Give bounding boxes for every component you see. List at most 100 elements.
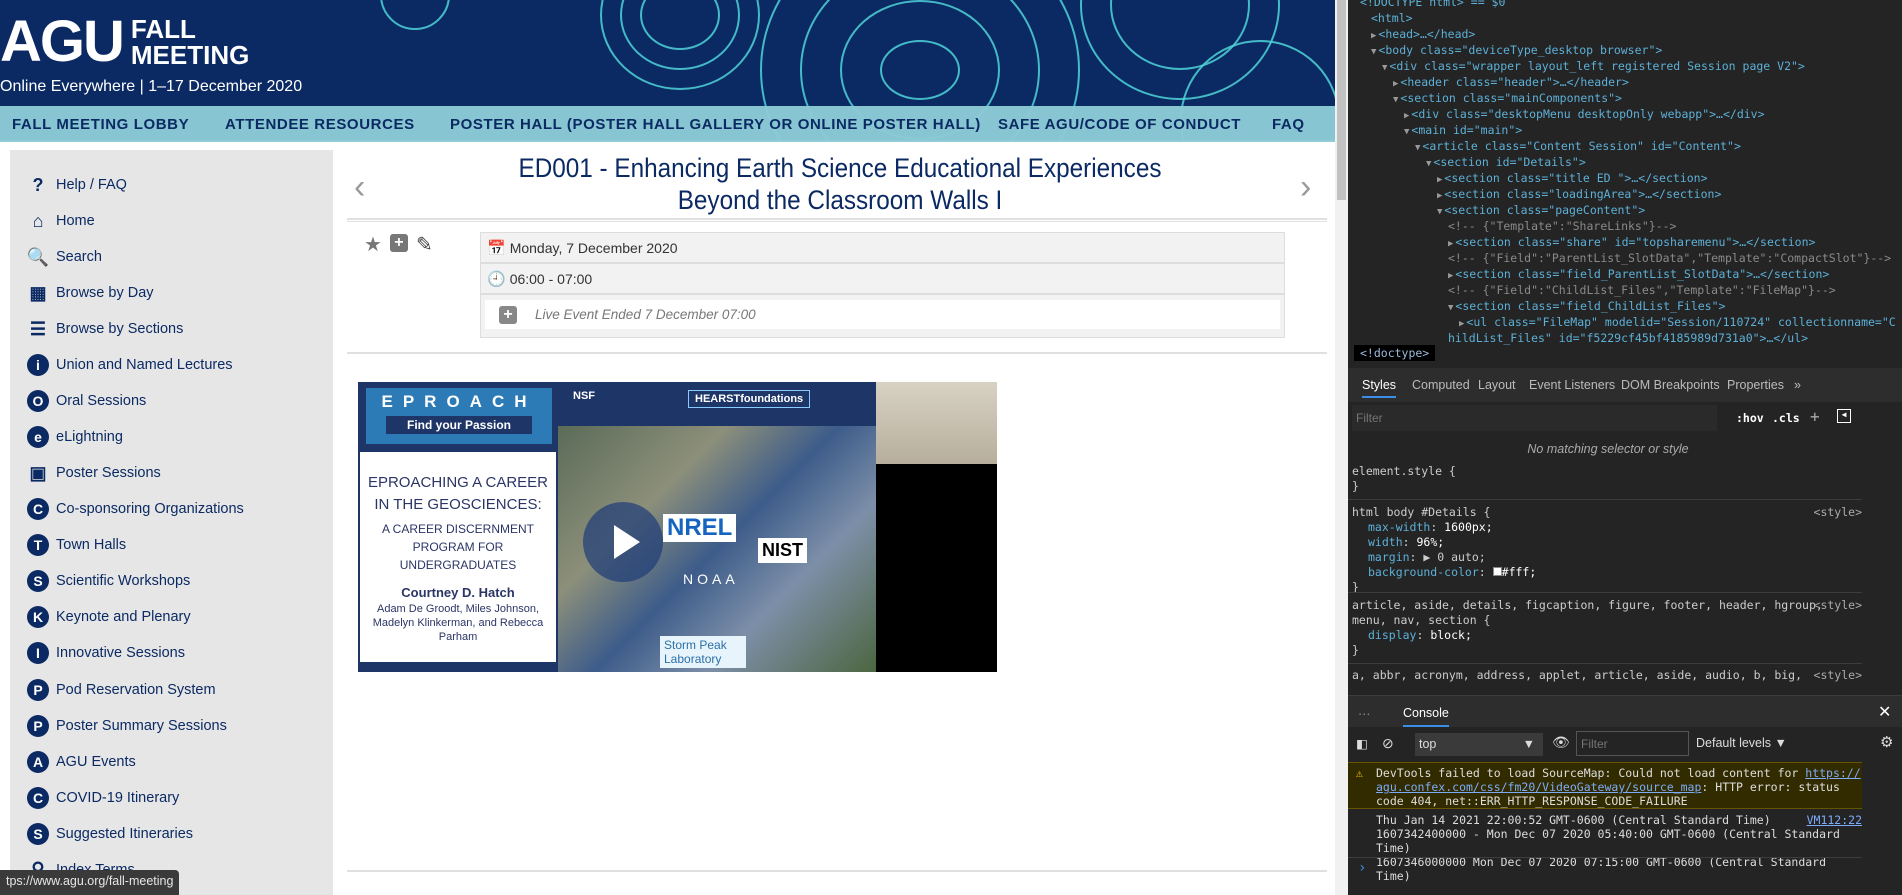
sidebar-item-innovative-sessions[interactable]: I Innovative Sessions	[27, 638, 185, 668]
letter-e-icon: e	[27, 426, 49, 449]
poster-icon: ▣	[29, 462, 47, 483]
color-swatch[interactable]	[1492, 567, 1502, 576]
sidebar-show-icon[interactable]: ◧	[1356, 736, 1368, 751]
drawer-menu-icon[interactable]: ⋯	[1358, 706, 1371, 721]
sidebar-item-search[interactable]: 🔍 Search	[27, 242, 102, 272]
console-filter-input[interactable]	[1576, 731, 1689, 756]
sidebar-item-label: Oral Sessions	[56, 393, 147, 410]
sidebar-item-label: Browse by Sections	[56, 321, 184, 338]
sidebar-item-oral-sessions[interactable]: O Oral Sessions	[27, 386, 146, 416]
previous-session-arrow-icon[interactable]: ‹	[354, 168, 365, 207]
warning-icon: ⚠	[1356, 766, 1363, 780]
tab-layout[interactable]: Layout	[1478, 378, 1516, 392]
scrollbar-thumb[interactable]	[1337, 0, 1346, 200]
page-scrollbar[interactable]	[1335, 0, 1348, 895]
dom-node[interactable]: hildList_Files" id="f5229cf45bf4185989d7…	[1448, 330, 1808, 346]
log-levels-dropdown[interactable]: Default levels ▼	[1696, 736, 1787, 750]
rule-details: html body #Details {<style> max-width: 1…	[1352, 505, 1862, 594]
divider	[347, 218, 1327, 220]
sidebar-item-label: Search	[56, 249, 102, 266]
sidebar-item-town-halls[interactable]: T Town Halls	[27, 530, 126, 560]
sidebar-item-poster-summary-sessions[interactable]: P Poster Summary Sessions	[27, 711, 227, 741]
edit-note-icon[interactable]: ✎	[416, 232, 433, 257]
dom-node[interactable]: <!-- {"Template":"ShareLinks"}-->	[1448, 218, 1676, 234]
sidebar-item-agu-events[interactable]: A AGU Events	[27, 747, 136, 777]
dom-breadcrumb[interactable]: <!doctype>	[1354, 345, 1436, 361]
letter-k-icon: K	[27, 606, 49, 629]
tab-console[interactable]: Console	[1403, 706, 1449, 727]
agu-logo[interactable]: AGU FALL MEETING Online Everywhere | 1–17 …	[0, 13, 303, 96]
eproach-logo: EPROACH Find your Passion	[366, 388, 552, 444]
context-select[interactable]: top ▼	[1415, 733, 1543, 756]
live-event-row[interactable]: + Live Event Ended 7 December 07:00	[485, 300, 1280, 329]
play-icon[interactable]	[583, 502, 663, 582]
sidebar-item-pod-reservation-system[interactable]: P Pod Reservation System	[27, 675, 216, 705]
webpage: AGU FALL MEETING Online Everywhere | 1–17 …	[0, 0, 1335, 895]
sidebar-item-label: COVID-19 Itinerary	[56, 789, 180, 806]
session-video-player[interactable]: EPROACH Find your Passion NSF HEARSTfound…	[358, 382, 997, 672]
top-nav: FALL MEETING LOBBY ATTENDEE RESOURCES PO…	[0, 106, 1335, 142]
letter-o-icon: O	[27, 390, 49, 413]
sections-icon: ☰	[29, 318, 47, 339]
dom-node[interactable]: <!DOCTYPE html> == $0	[1360, 0, 1505, 10]
sidebar-item-browse-by-day[interactable]: ▦ Browse by Day	[27, 278, 154, 308]
sidebar-item-union-and-named-lectures[interactable]: i Union and Named Lectures	[27, 350, 233, 380]
tab-styles[interactable]: Styles	[1362, 378, 1397, 398]
nav-safe-agu[interactable]: SAFE AGU/CODE OF CONDUCT	[998, 116, 1241, 133]
add-icon[interactable]: +	[389, 234, 408, 252]
close-drawer-icon[interactable]: ✕	[1878, 702, 1891, 722]
tab-dom-breakpoints[interactable]: DOM Breakpoints	[1621, 378, 1720, 392]
sidebar-item-suggested-itineraries[interactable]: S Suggested Itineraries	[27, 819, 193, 849]
sidebar-item-poster-sessions[interactable]: ▣ Poster Sessions	[27, 458, 160, 488]
log-source-link[interactable]: VM112:22	[1807, 813, 1862, 827]
sidebar-item-label: Scientific Workshops	[56, 573, 191, 590]
console-prompt[interactable]: ›	[1358, 860, 1366, 876]
sidebar-item-scientific-workshops[interactable]: S Scientific Workshops	[27, 566, 190, 596]
hov-toggle[interactable]: :hov	[1736, 411, 1764, 425]
sidebar-item-home[interactable]: ⌂ Home	[27, 206, 95, 236]
sidebar-item-co-sponsoring-organizations[interactable]: C Co-sponsoring Organizations	[27, 494, 244, 524]
sidebar-item-label: Town Halls	[56, 537, 127, 554]
dom-node[interactable]: <!-- {"Field":"ChildList_Files","Templat…	[1448, 282, 1836, 298]
console-logs: Thu Jan 14 2021 22:00:52 GMT-0600 (Centr…	[1376, 813, 1862, 883]
dom-node[interactable]: <html>	[1371, 10, 1413, 26]
tab-computed[interactable]: Computed	[1412, 378, 1470, 392]
sidebar-item-browse-by-sections[interactable]: ☰ Browse by Sections	[27, 314, 183, 344]
nav-attendee-resources[interactable]: ATTENDEE RESOURCES	[225, 116, 415, 133]
sidebar-item-help-faq[interactable]: ? Help / FAQ	[27, 170, 127, 200]
nav-fall-meeting-lobby[interactable]: FALL MEETING LOBBY	[12, 116, 189, 133]
session-date: Monday, 7 December 2020	[509, 239, 678, 256]
sidebar-item-label: Keynote and Plenary	[56, 609, 191, 626]
sidebar-toggle-icon[interactable]: ◀	[1837, 409, 1851, 423]
help-icon: ?	[32, 174, 44, 195]
next-session-arrow-icon[interactable]: ›	[1300, 168, 1311, 207]
clear-console-icon[interactable]: ⊘	[1382, 735, 1394, 752]
tab-properties[interactable]: Properties	[1727, 378, 1784, 392]
sidebar-item-label: Browse by Day	[56, 285, 154, 302]
sidebar-item-elightning[interactable]: e eLightning	[27, 422, 123, 452]
star-icon[interactable]: ★	[364, 232, 382, 257]
new-rule-plus-icon[interactable]: +	[1810, 407, 1820, 426]
dom-node[interactable]: <!-- {"Field":"ParentList_SlotData","Tem…	[1448, 250, 1891, 266]
expand-icon[interactable]: +	[499, 305, 517, 324]
rule-element-style: element.style {}	[1352, 464, 1456, 493]
letter-i-icon: i	[27, 354, 49, 377]
console-settings-gear-icon[interactable]: ⚙	[1880, 733, 1893, 751]
sidebar-item-label: Union and Named Lectures	[56, 357, 233, 374]
console-toolbar: ◧ ⊘ top▼ 👁 Default levels ▼ ⚙	[1348, 728, 1902, 760]
tagline: Online Everywhere | 1–17 December 2020	[0, 78, 303, 95]
nav-poster-hall[interactable]: POSTER HALL (POSTER HALL GALLERY OR ONLI…	[450, 116, 981, 133]
letter-c-icon: C	[27, 786, 49, 809]
tab-event-listeners[interactable]: Event Listeners	[1529, 378, 1615, 392]
cls-toggle[interactable]: .cls	[1772, 411, 1800, 425]
nav-faq[interactable]: FAQ	[1272, 116, 1305, 133]
letter-s-icon: S	[27, 822, 49, 845]
sidebar-item-label: Home	[56, 213, 95, 230]
session-actions: ★ + ✎	[364, 232, 433, 257]
sidebar-item-keynote-and-plenary[interactable]: K Keynote and Plenary	[27, 602, 191, 632]
sidebar-item-covid-19-itinerary[interactable]: C COVID-19 Itinerary	[27, 783, 179, 813]
more-tabs-button[interactable]: »	[1794, 378, 1801, 392]
live-expression-eye-icon[interactable]: 👁	[1552, 734, 1570, 751]
divider	[347, 221, 1327, 222]
styles-filter-input[interactable]	[1352, 405, 1717, 431]
